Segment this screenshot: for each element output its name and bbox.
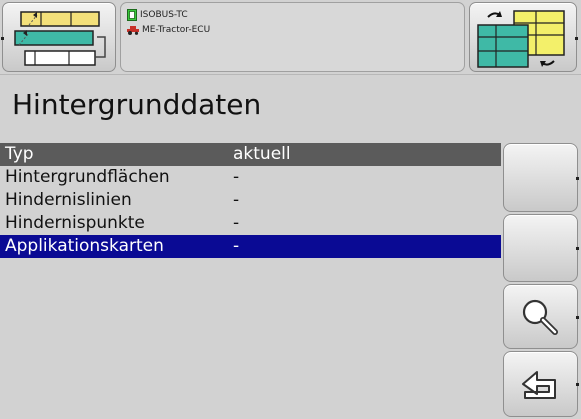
layer-switch-button[interactable] <box>469 2 578 72</box>
layer-switch-icon <box>477 10 565 68</box>
ecu-label: ME-Tractor-ECU <box>142 25 211 35</box>
row-current: - <box>233 167 240 187</box>
row-type: Hindernislinien <box>5 190 132 210</box>
status-ecu: ME-Tractor-ECU <box>127 25 210 35</box>
soft-key-marker <box>1 37 4 40</box>
side-soft-key-1[interactable] <box>503 143 579 212</box>
row-current: - <box>233 190 240 210</box>
status-isobus: ISOBUS-TC <box>127 9 188 21</box>
table-row[interactable]: Hintergrundflächen - <box>0 166 501 189</box>
soft-key-marker <box>576 177 579 180</box>
top-bar: ISOBUS-TC ME-Tractor-ECU <box>0 0 581 75</box>
row-current: - <box>233 236 240 256</box>
back-return-icon <box>522 371 556 399</box>
soft-key-marker <box>576 247 579 250</box>
table-row[interactable]: Hindernislinien - <box>0 189 501 212</box>
column-header-type: Typ <box>5 144 34 164</box>
magnifier-icon <box>522 299 558 335</box>
isobus-tc-label: ISOBUS-TC <box>140 10 188 20</box>
back-button[interactable] <box>503 351 579 417</box>
page-title: Hintergrunddaten <box>12 88 262 121</box>
status-panel: ISOBUS-TC ME-Tractor-ECU <box>120 2 465 72</box>
search-button[interactable] <box>503 284 579 349</box>
document-icon <box>127 9 137 21</box>
soft-key-marker <box>576 383 579 386</box>
soft-key-marker <box>576 316 579 319</box>
field-map-button[interactable] <box>1 2 116 72</box>
field-boundary-map-icon <box>14 11 106 66</box>
row-type: Applikationskarten <box>5 236 164 256</box>
column-header-current: aktuell <box>233 144 291 164</box>
table-row-selected[interactable]: Applikationskarten - <box>0 235 501 258</box>
soft-key-marker <box>575 37 578 40</box>
background-data-table: Typ aktuell Hintergrundflächen - Hindern… <box>0 143 501 419</box>
row-type: Hindernispunkte <box>5 213 145 233</box>
row-current: - <box>233 213 240 233</box>
table-header: Typ aktuell <box>0 143 501 166</box>
table-row[interactable]: Hindernispunkte - <box>0 212 501 235</box>
side-soft-key-2[interactable] <box>503 214 579 282</box>
tractor-icon <box>127 26 139 35</box>
row-type: Hintergrundflächen <box>5 167 170 187</box>
